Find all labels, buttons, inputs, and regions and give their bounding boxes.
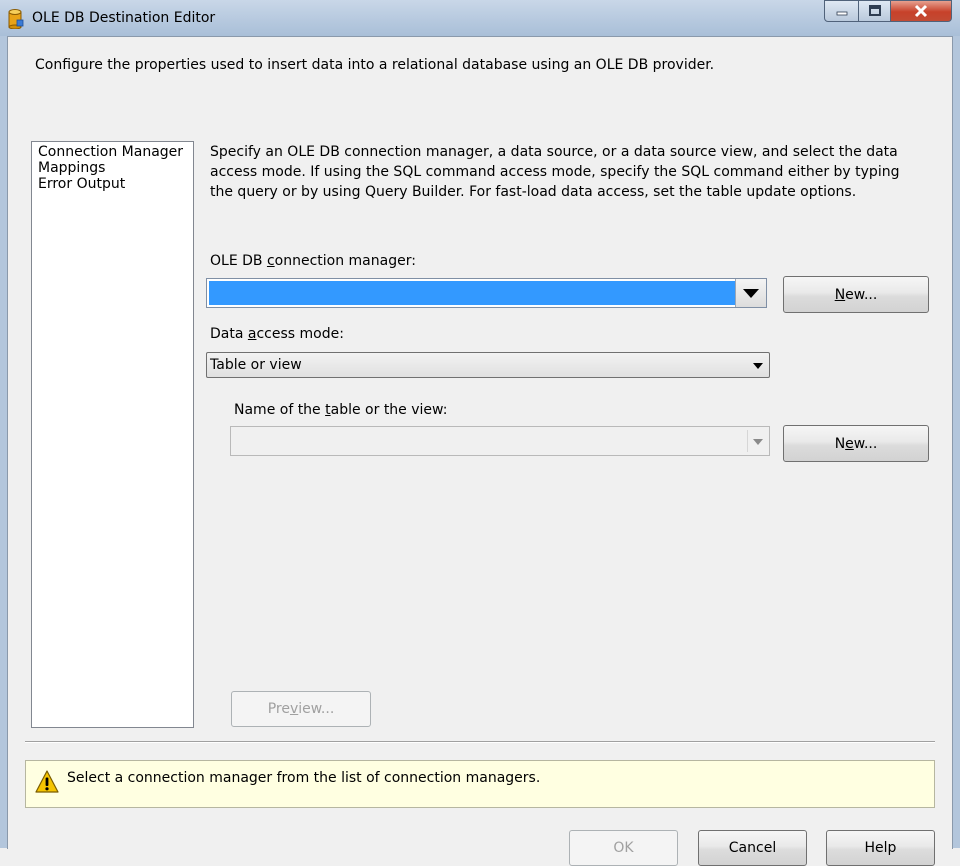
close-icon [914,4,928,18]
minimize-icon [836,11,847,16]
maximize-icon [868,5,881,16]
connection-manager-dropdown-button[interactable] [735,279,766,307]
help-button[interactable]: Help [826,830,935,866]
maximize-button[interactable] [858,0,891,22]
chevron-down-icon [743,288,759,298]
table-name-label: Name of the table or the view: [234,402,448,418]
nav-item-error-output[interactable]: Error Output [38,176,125,192]
window-frame-left [0,36,7,848]
page-description: Specify an OLE DB connection manager, a … [210,144,900,200]
section-divider [25,741,935,743]
preview-button[interactable]: Pre v iew... [231,691,371,727]
combobox-separator [747,430,748,452]
ok-button[interactable]: OK [569,830,678,866]
connection-manager-combobox[interactable] [206,278,767,308]
title-bar: OLE DB Destination Editor [0,0,960,36]
dialog-header-text: Configure the properties used to insert … [35,57,715,73]
new-table-button[interactable]: Ne w... [783,425,929,462]
message-bar: Select a connection manager from the lis… [25,760,935,808]
cancel-button[interactable]: Cancel [698,830,807,866]
close-button[interactable] [890,0,952,22]
table-name-combobox[interactable] [230,426,770,456]
warning-icon [35,770,59,793]
data-access-mode-label: Data access mode: [210,326,344,342]
window-frame-right [953,36,960,848]
nav-item-mappings[interactable]: Mappings [38,160,105,176]
page-nav-list[interactable]: Connection Manager Mappings Error Output [31,141,194,728]
window-title: OLE DB Destination Editor [32,10,216,26]
new-connection-button[interactable]: New... [783,276,929,313]
data-access-mode-value: Table or view [210,357,302,373]
database-cylinder-icon [8,9,24,29]
message-text: Select a connection manager from the lis… [67,770,541,786]
data-access-mode-dropdown[interactable]: Table or view [206,352,770,378]
nav-item-connection-manager[interactable]: Connection Manager [38,144,183,160]
chevron-down-icon[interactable] [753,439,763,445]
connection-manager-label: OLE DB connection manager: [210,253,416,269]
minimize-button[interactable] [824,0,859,22]
chevron-down-icon [753,363,763,369]
connection-manager-selection [209,281,737,305]
